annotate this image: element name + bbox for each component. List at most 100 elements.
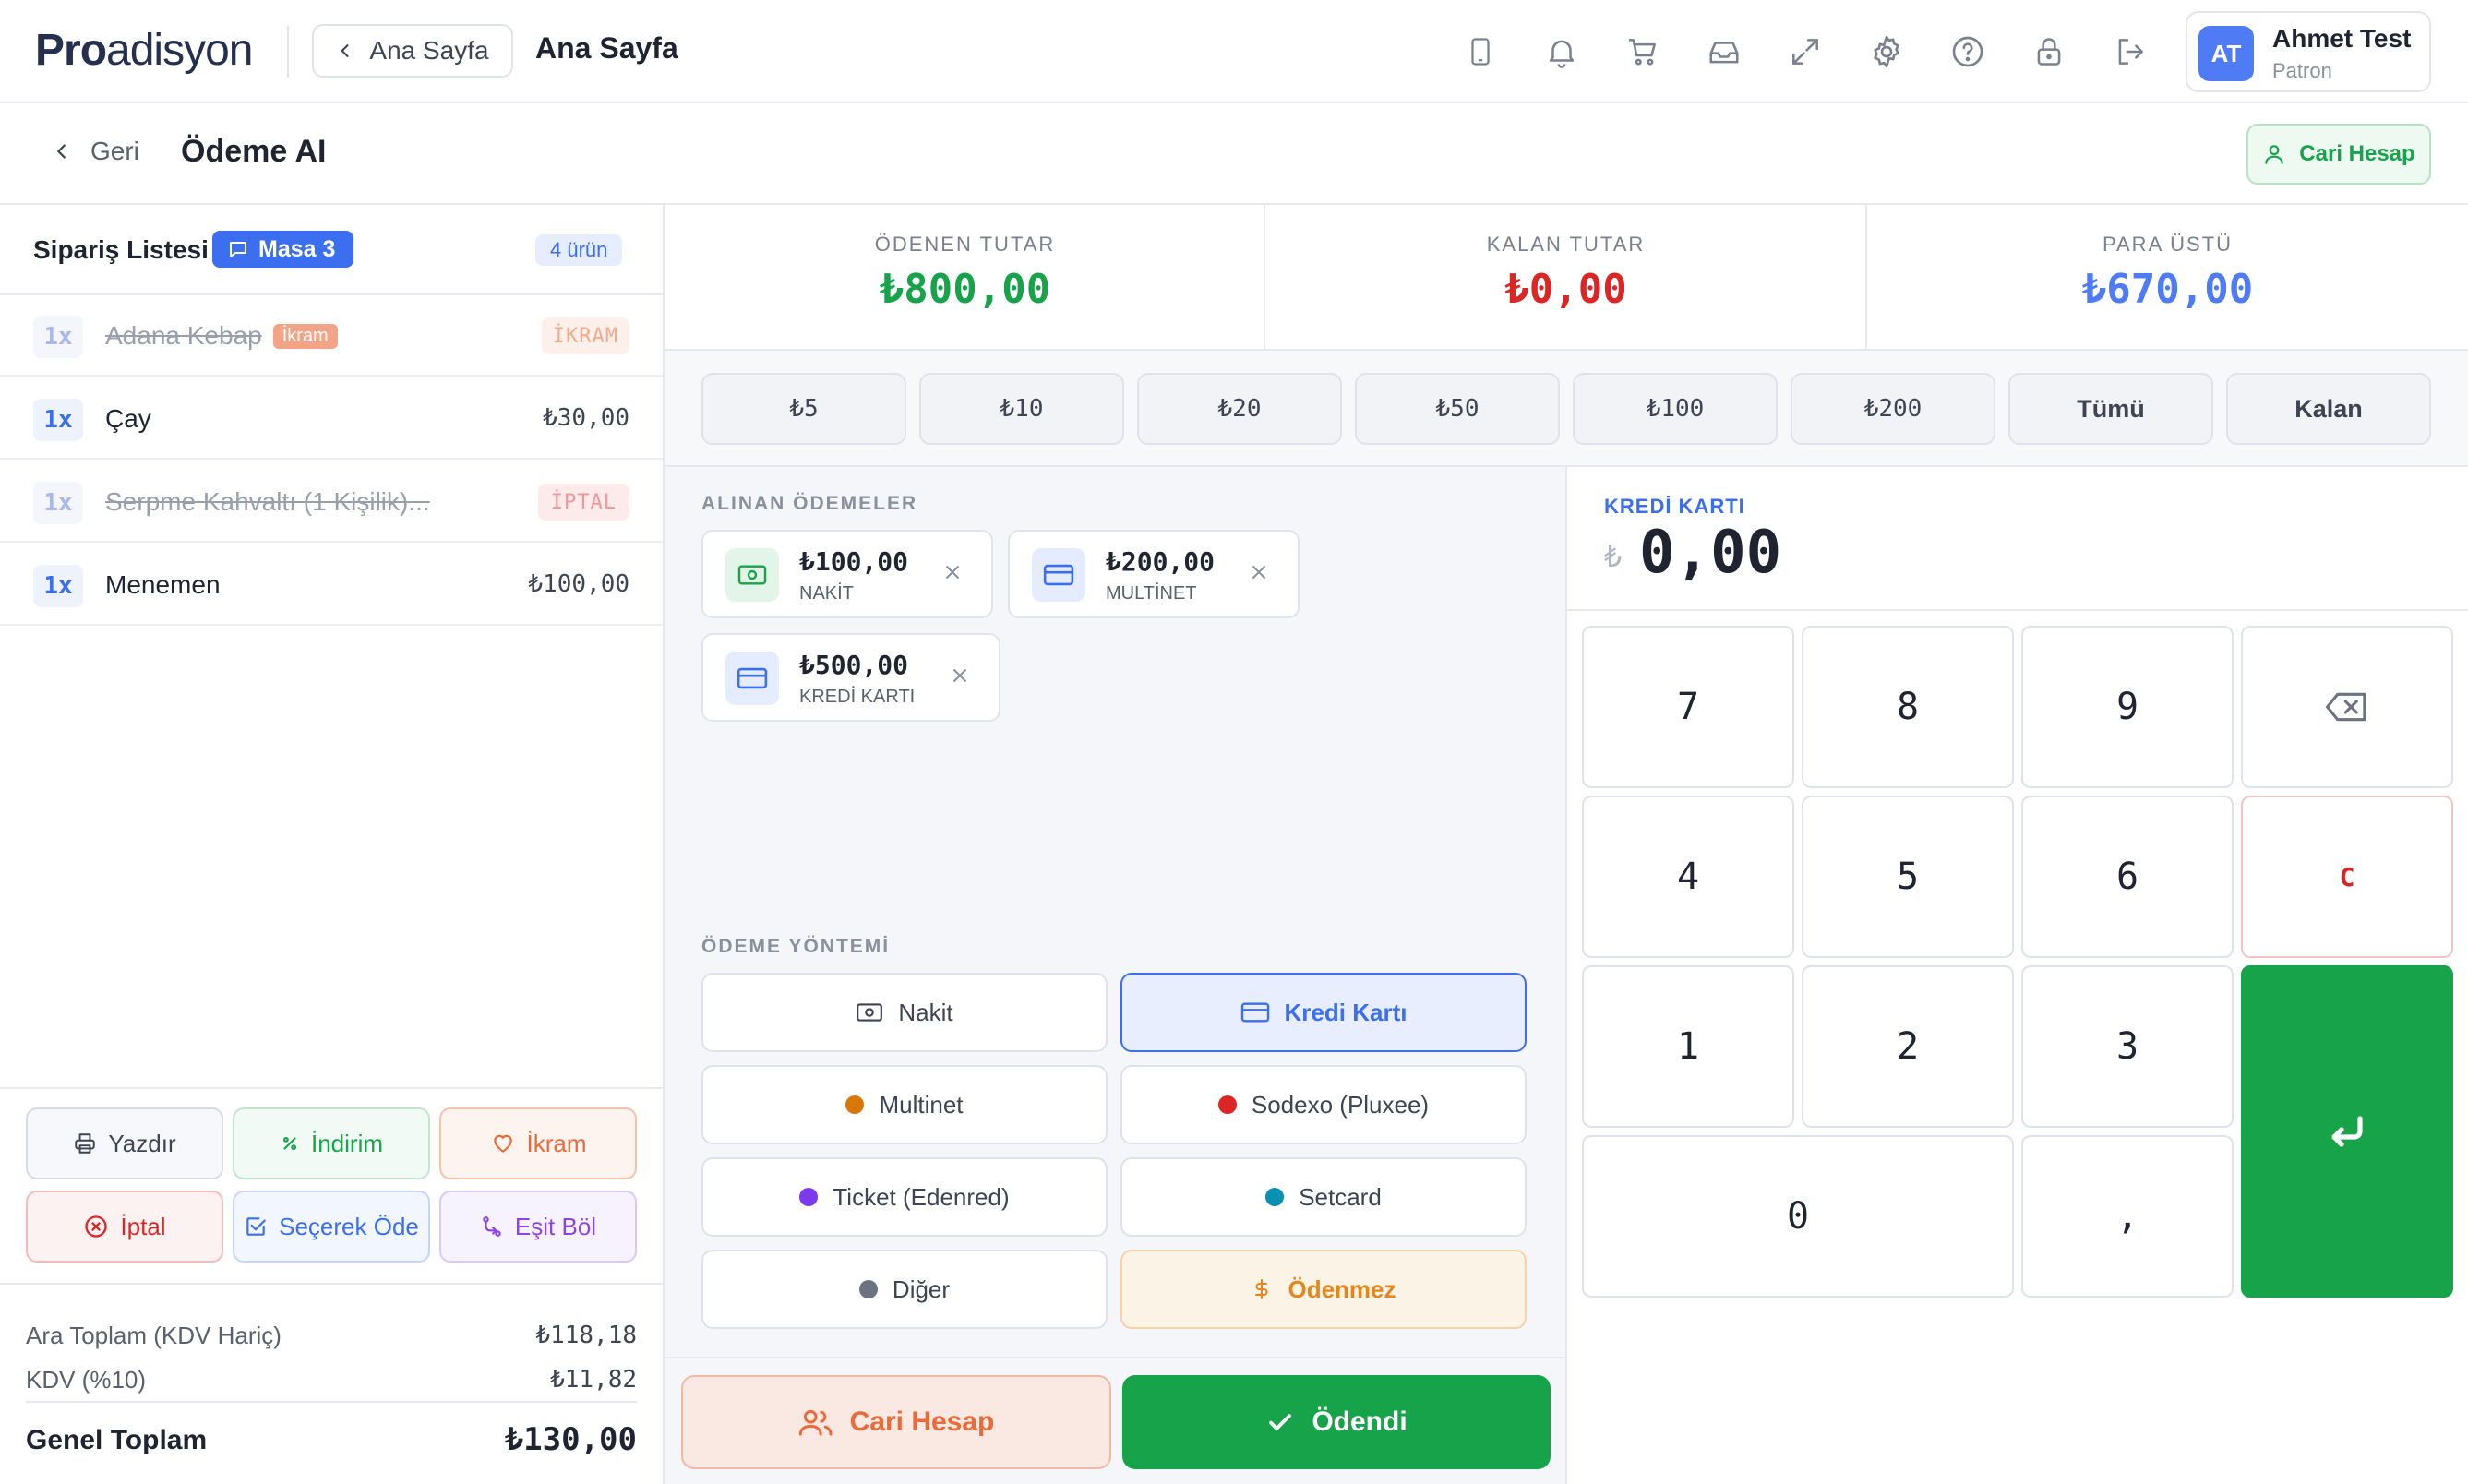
- logo-rest: adisyon: [106, 25, 253, 75]
- quick-amount-button[interactable]: ₺10: [919, 373, 1124, 445]
- dot-icon: [858, 1280, 878, 1298]
- sub-header: Geri Ödeme AI Cari Hesap: [0, 103, 2468, 205]
- quick-amount-button[interactable]: ₺5: [701, 373, 906, 445]
- enter-key[interactable]: [2241, 965, 2453, 1298]
- order-list-header: Sipariş Listesi Masa 3 4 ürün: [0, 205, 663, 295]
- fullscreen-icon[interactable]: [1783, 28, 1827, 76]
- dollar-icon: [1251, 1275, 1273, 1303]
- payment-item: ₺200,00 MULTİNET: [1008, 530, 1300, 618]
- cancel-button[interactable]: İptal: [26, 1191, 223, 1263]
- keypad-panel: KREDİ KARTI ₺ 0,00 7 8 9 4 5 6 C 1 2 3 0…: [1567, 467, 2468, 1484]
- lock-icon[interactable]: [2027, 28, 2071, 76]
- cart-icon[interactable]: [1621, 28, 1665, 76]
- logout-icon[interactable]: [2108, 28, 2152, 76]
- quick-amount-bar: ₺5 ₺10 ₺20 ₺50 ₺100 ₺200 Tümü Kalan: [665, 351, 2468, 467]
- bell-icon[interactable]: [1540, 28, 1584, 76]
- order-item-row[interactable]: 1x Adana Kebap İkram İKRAM: [0, 295, 663, 377]
- back-button[interactable]: Geri: [52, 137, 139, 166]
- toolbar-icons: [1458, 28, 2152, 76]
- subtotal-label: Ara Toplam (KDV Hariç): [26, 1322, 282, 1349]
- item-name: Menemen: [105, 570, 221, 599]
- dot-icon: [799, 1188, 819, 1206]
- method-label: Ticket (Edenred): [833, 1182, 1010, 1211]
- inbox-icon[interactable]: [1702, 28, 1746, 76]
- key-comma[interactable]: ,: [2021, 1135, 2234, 1298]
- order-item-row[interactable]: 1x Menemen ₺100,00: [0, 545, 663, 626]
- key-6[interactable]: 6: [2021, 796, 2234, 958]
- method-credit-card-button[interactable]: Kredi Kartı: [1120, 973, 1527, 1052]
- item-name: Adana Kebap İkram: [105, 321, 338, 351]
- key-7[interactable]: 7: [1582, 626, 1794, 788]
- remove-payment-icon[interactable]: [1248, 561, 1270, 583]
- users-icon: [798, 1407, 833, 1437]
- key-5[interactable]: 5: [1802, 796, 2014, 958]
- quick-amount-all-button[interactable]: Tümü: [2008, 373, 2213, 445]
- key-0[interactable]: 0: [1582, 1135, 2014, 1298]
- divider: [26, 1401, 637, 1403]
- order-item-row[interactable]: 1x Çay ₺30,00: [0, 378, 663, 460]
- key-4[interactable]: 4: [1582, 796, 1794, 958]
- remaining-amount-label: KALAN TUTAR: [1486, 233, 1646, 256]
- back-button-label: Geri: [90, 137, 139, 165]
- select-pay-button[interactable]: Seçerek Öde: [233, 1191, 430, 1263]
- method-other-button[interactable]: Diğer: [701, 1250, 1108, 1329]
- remove-payment-icon[interactable]: [949, 664, 971, 687]
- ikram-button[interactable]: İkram: [439, 1107, 637, 1179]
- item-price: ₺30,00: [543, 404, 629, 432]
- payment-item: ₺500,00 KREDİ KARTI: [701, 633, 1000, 722]
- cari-hesap-button[interactable]: Cari Hesap: [2246, 124, 2431, 185]
- clear-key[interactable]: C: [2241, 796, 2453, 958]
- method-sodexo-button[interactable]: Sodexo (Pluxee): [1120, 1065, 1527, 1144]
- key-3[interactable]: 3: [2021, 965, 2234, 1128]
- method-label: Nakit: [898, 998, 953, 1026]
- dot-icon: [1265, 1188, 1285, 1206]
- item-qty: 1x: [33, 316, 83, 358]
- page-title: Ödeme AI: [181, 134, 327, 169]
- gear-icon[interactable]: [1864, 28, 1909, 76]
- help-icon[interactable]: [1946, 28, 1990, 76]
- avatar: AT: [2198, 26, 2254, 81]
- remove-payment-icon[interactable]: [941, 561, 964, 583]
- user-menu[interactable]: AT Ahmet Test Patron: [2186, 11, 2431, 92]
- table-badge[interactable]: Masa 3: [212, 231, 354, 268]
- paid-button[interactable]: Ödendi: [1122, 1375, 1551, 1469]
- method-unpaid-button[interactable]: Ödenmez: [1120, 1250, 1527, 1329]
- cash-icon: [725, 548, 779, 602]
- enter-icon: [2325, 1109, 2369, 1154]
- method-multinet-button[interactable]: Multinet: [701, 1065, 1108, 1144]
- dot-icon: [845, 1095, 865, 1114]
- cari-hesap-bottom-button[interactable]: Cari Hesap: [681, 1375, 1111, 1469]
- payment-amount: ₺500,00: [799, 650, 909, 680]
- key-9[interactable]: 9: [2021, 626, 2234, 788]
- method-cash-button[interactable]: Nakit: [701, 973, 1108, 1052]
- change-amount-value: ₺670,00: [2081, 266, 2254, 313]
- quick-amount-button[interactable]: ₺200: [1791, 373, 1995, 445]
- method-label: Sodexo (Pluxee): [1251, 1090, 1430, 1119]
- quick-amount-remaining-button[interactable]: Kalan: [2226, 373, 2431, 445]
- method-setcard-button[interactable]: Setcard: [1120, 1157, 1527, 1237]
- split-label: Eşit Böl: [514, 1212, 597, 1240]
- discount-button[interactable]: İndirim: [233, 1107, 430, 1179]
- cancel-circle-icon: [83, 1214, 109, 1239]
- print-button[interactable]: Yazdır: [26, 1107, 223, 1179]
- method-ticket-button[interactable]: Ticket (Edenred): [701, 1157, 1108, 1237]
- order-item-row[interactable]: 1x Serpme Kahvaltı (1 Kişilik)... İPTAL: [0, 461, 663, 543]
- home-button[interactable]: Ana Sayfa: [312, 24, 513, 78]
- item-name: Çay: [105, 404, 151, 433]
- quick-amount-button[interactable]: ₺50: [1355, 373, 1560, 445]
- key-1[interactable]: 1: [1582, 965, 1794, 1128]
- quick-amount-button[interactable]: ₺100: [1573, 373, 1778, 445]
- logo[interactable]: Pro adisyon: [35, 22, 253, 78]
- vat-row: KDV (%10) ₺11,82: [26, 1366, 637, 1394]
- card-icon: [725, 652, 779, 705]
- backspace-key[interactable]: [2241, 626, 2453, 788]
- item-qty: 1x: [33, 565, 83, 607]
- tablet-icon[interactable]: [1458, 28, 1503, 76]
- cancel-label: İptal: [120, 1212, 166, 1240]
- key-8[interactable]: 8: [1802, 626, 2014, 788]
- key-2[interactable]: 2: [1802, 965, 2014, 1128]
- split-button[interactable]: Eşit Böl: [439, 1191, 637, 1263]
- order-list-title: Sipariş Listesi: [33, 235, 209, 264]
- quick-amount-button[interactable]: ₺20: [1137, 373, 1342, 445]
- remaining-amount-cell: KALAN TUTAR ₺0,00: [1265, 205, 1866, 349]
